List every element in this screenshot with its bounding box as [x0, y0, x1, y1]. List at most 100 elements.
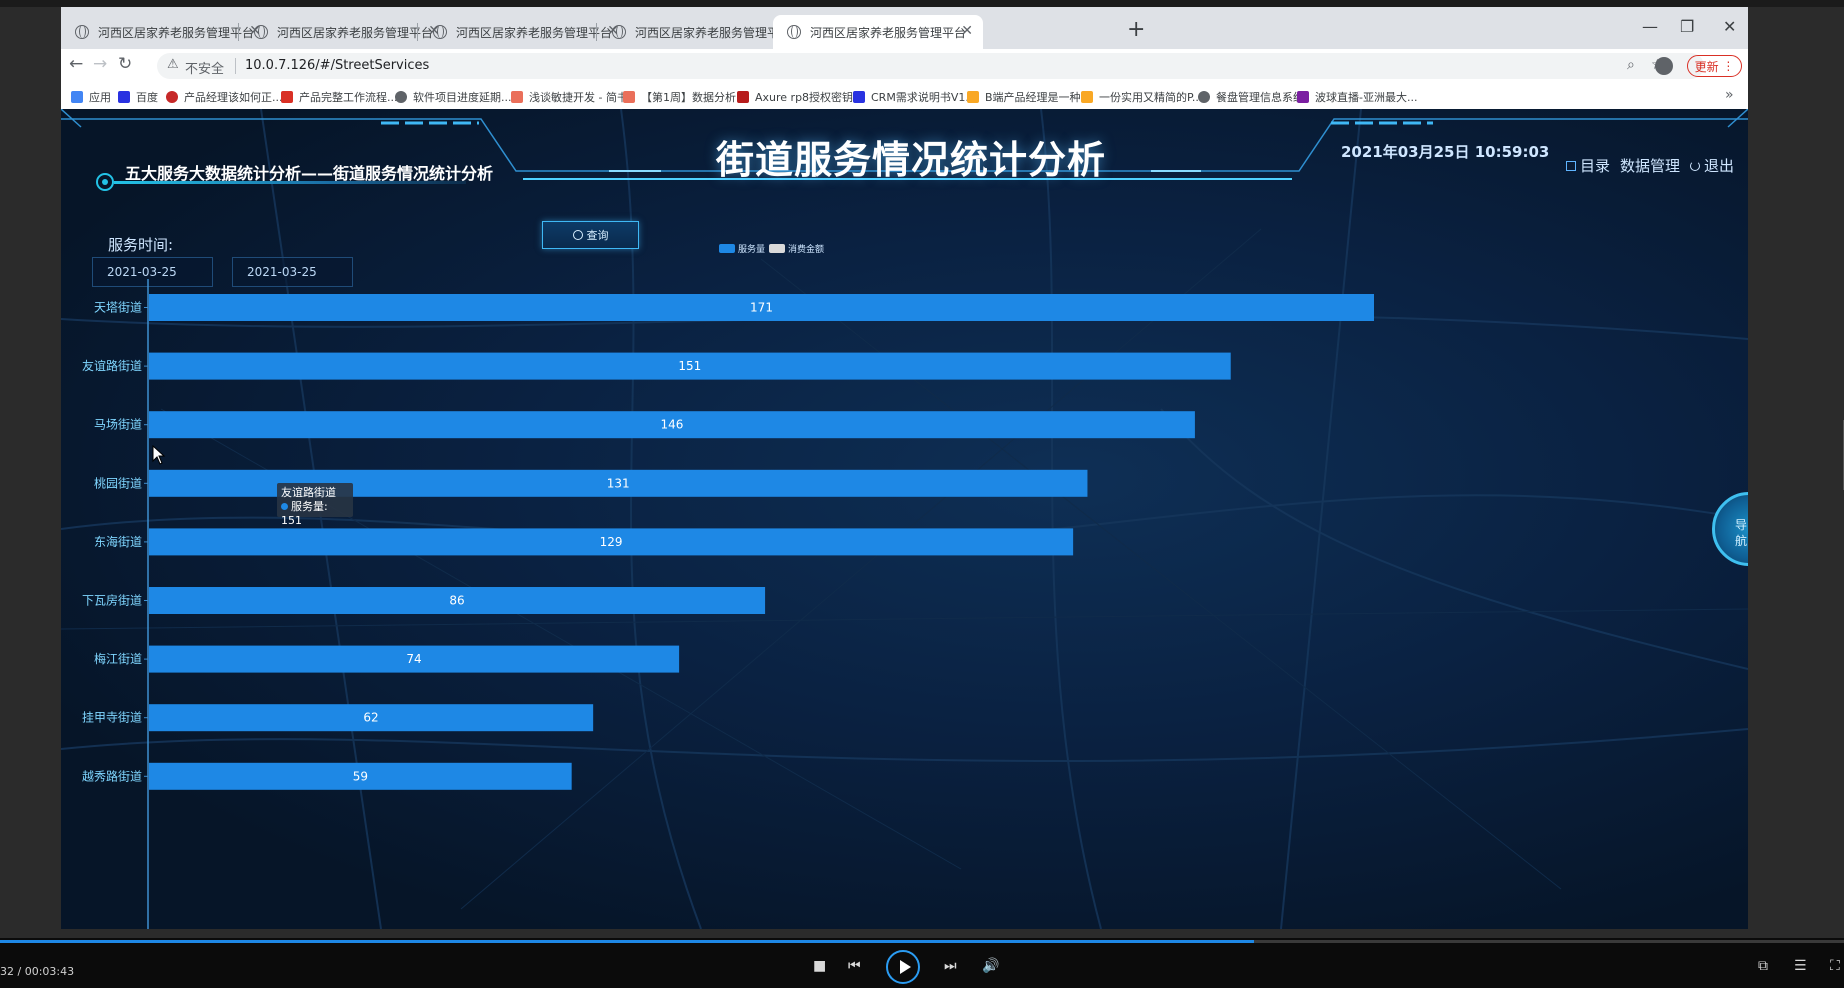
- category-label: 梅江街道: [94, 651, 142, 666]
- bookmark-item[interactable]: Axure rp8授权密钥...: [737, 89, 864, 105]
- bookmark-label: 软件项目进度延期...: [413, 91, 512, 104]
- settings-icon[interactable]: ☰: [1794, 958, 1807, 974]
- address-bar-row: ← → ↻ ⚠ 不安全 10.0.7.126/#/StreetServices …: [61, 49, 1748, 83]
- bar-value-label: 86: [449, 594, 464, 608]
- browser-tab-active[interactable]: 河西区居家养老服务管理平台 ✕: [773, 15, 983, 49]
- bookmark-item[interactable]: 浅谈敏捷开发 - 简书: [511, 89, 628, 105]
- navigation-bubble-label: 导航: [1735, 518, 1748, 548]
- tab-separator: [238, 23, 239, 41]
- globe-icon: [433, 25, 447, 39]
- globe-icon: [75, 25, 89, 39]
- bookmark-item[interactable]: 一份实用又精简的P...: [1081, 89, 1202, 105]
- new-tab-button[interactable]: +: [1127, 17, 1145, 42]
- bar-value-label: 62: [363, 711, 378, 725]
- profile-avatar-icon[interactable]: [1655, 57, 1673, 75]
- tab-title: 河西区居家养老服务管理平台: [810, 25, 967, 40]
- back-arrow-icon[interactable]: ←: [69, 54, 83, 74]
- axure-icon: [737, 91, 749, 103]
- globe-icon: [254, 25, 268, 39]
- omnibox[interactable]: ⚠ 不安全 10.0.7.126/#/StreetServices ⌕ ☆: [157, 53, 1704, 79]
- update-button[interactable]: 更新 ⋮: [1687, 55, 1742, 77]
- bookmark-label: 餐盘管理信息系统: [1216, 91, 1304, 104]
- previous-icon[interactable]: ⏮: [848, 958, 861, 974]
- category-label: 友谊路街道: [82, 358, 142, 373]
- category-label: 下瓦房街道: [82, 593, 142, 608]
- tab-strip: 河西区居家养老服务管理平台 ✕ 河西区居家养老服务管理平台 ✕ 河西区居家养老服…: [61, 7, 1748, 49]
- bookmark-label: Axure rp8授权密钥...: [755, 91, 864, 104]
- category-label: 桃园街道: [94, 475, 142, 490]
- tooltip-series: 服务量: [291, 500, 324, 513]
- category-label: 挂甲寺街道: [82, 711, 142, 725]
- mouse-cursor-icon: [152, 445, 166, 465]
- bookmark-item[interactable]: B端产品经理是一种...: [967, 89, 1091, 105]
- tab-title: 河西区居家养老服务管理平台: [456, 25, 613, 40]
- volume-icon[interactable]: 🔊: [982, 958, 999, 974]
- bookmark-label: 产品经理该如何正...: [184, 91, 283, 104]
- bookmark-site-icon: [1297, 91, 1309, 103]
- bar-value-label: 151: [678, 359, 701, 373]
- bookmark-item[interactable]: 百度: [118, 89, 158, 105]
- tooltip-value-row: 服务量: 151: [281, 500, 328, 527]
- reload-icon[interactable]: ↻: [118, 54, 132, 74]
- security-label[interactable]: 不安全: [185, 58, 224, 77]
- bar-value-label: 129: [600, 535, 623, 549]
- bookmark-label: 浅谈敏捷开发 - 简书: [529, 91, 628, 104]
- bookmark-site-icon: [967, 91, 979, 103]
- bookmark-item[interactable]: 餐盘管理信息系统: [1198, 89, 1304, 105]
- restore-icon[interactable]: ❐: [1680, 17, 1694, 36]
- category-label: 天塔街道: [94, 301, 142, 315]
- jianshu-icon: [623, 91, 635, 103]
- bar-value-label: 146: [661, 418, 684, 432]
- bookmark-label: 产品完整工作流程...: [299, 91, 398, 104]
- progress-fill: [0, 940, 1254, 943]
- bookmark-item[interactable]: CRM需求说明书V1...: [853, 89, 976, 105]
- forward-arrow-icon[interactable]: →: [93, 54, 107, 74]
- category-label: 东海街道: [94, 534, 142, 549]
- url-text[interactable]: 10.0.7.126/#/StreetServices: [245, 58, 429, 73]
- minimize-icon[interactable]: —: [1642, 17, 1658, 36]
- bar-value-label: 171: [750, 301, 773, 315]
- bookmark-site-icon: [1081, 91, 1093, 103]
- legend-swatch: [719, 244, 735, 253]
- bookmark-label: 一份实用又精简的P...: [1099, 91, 1203, 104]
- more-bookmarks-icon[interactable]: »: [1725, 87, 1734, 103]
- screenshot-icon[interactable]: ⧉: [1758, 958, 1768, 974]
- globe-icon: [787, 25, 801, 39]
- bookmark-label: 百度: [136, 91, 158, 104]
- apps-grid-icon: [71, 91, 83, 103]
- globe-icon: [1198, 91, 1210, 103]
- bar-value-label: 131: [607, 476, 630, 490]
- stop-icon[interactable]: ■: [813, 958, 826, 974]
- bookmark-item[interactable]: 产品经理该如何正...: [166, 89, 283, 105]
- bookmark-item[interactable]: 软件项目进度延期...: [395, 89, 512, 105]
- baidu-icon: [118, 91, 130, 103]
- bookmark-site-icon: [166, 91, 178, 103]
- screen-top-edge: [0, 0, 1844, 7]
- dashboard-page: 街道服务情况统计分析 2021年03月25日 10:59:03 目录 数据管理 …: [61, 109, 1748, 929]
- bookmark-label: CRM需求说明书V1...: [871, 91, 976, 104]
- warning-icon: ⚠: [167, 57, 179, 72]
- gmail-icon: [281, 91, 293, 103]
- next-icon[interactable]: ⏭: [944, 958, 957, 974]
- bookmark-label: 【第1周】数据分析...: [641, 91, 747, 104]
- bar-value-label: 59: [353, 769, 368, 783]
- bookmark-apps[interactable]: 应用: [71, 89, 111, 105]
- play-button[interactable]: [886, 950, 920, 984]
- bar-value-label: 74: [406, 652, 421, 666]
- window-close-icon[interactable]: ✕: [1723, 17, 1736, 36]
- zoom-icon[interactable]: ⌕: [1627, 57, 1635, 73]
- bookmark-item[interactable]: 波球直播-亚洲最大...: [1297, 89, 1417, 105]
- bookmark-item[interactable]: 【第1周】数据分析...: [623, 89, 747, 105]
- legend-label: 消费金额: [788, 243, 824, 255]
- close-icon[interactable]: ✕: [961, 23, 973, 39]
- fullscreen-icon[interactable]: ⛶: [1830, 958, 1840, 974]
- bookmarks-bar: 应用 百度 产品经理该如何正... 产品完整工作流程... 软件项目进度延期..…: [61, 83, 1748, 110]
- globe-icon: [395, 91, 407, 103]
- series-dot-icon: [281, 503, 288, 510]
- legend-label: 服务量: [738, 243, 765, 255]
- bookmark-item[interactable]: 产品完整工作流程...: [281, 89, 398, 105]
- category-label: 越秀路街道: [82, 768, 142, 783]
- bookmark-label: 波球直播-亚洲最大...: [1315, 91, 1418, 104]
- bookmark-label: B端产品经理是一种...: [985, 91, 1092, 104]
- baidu-icon: [853, 91, 865, 103]
